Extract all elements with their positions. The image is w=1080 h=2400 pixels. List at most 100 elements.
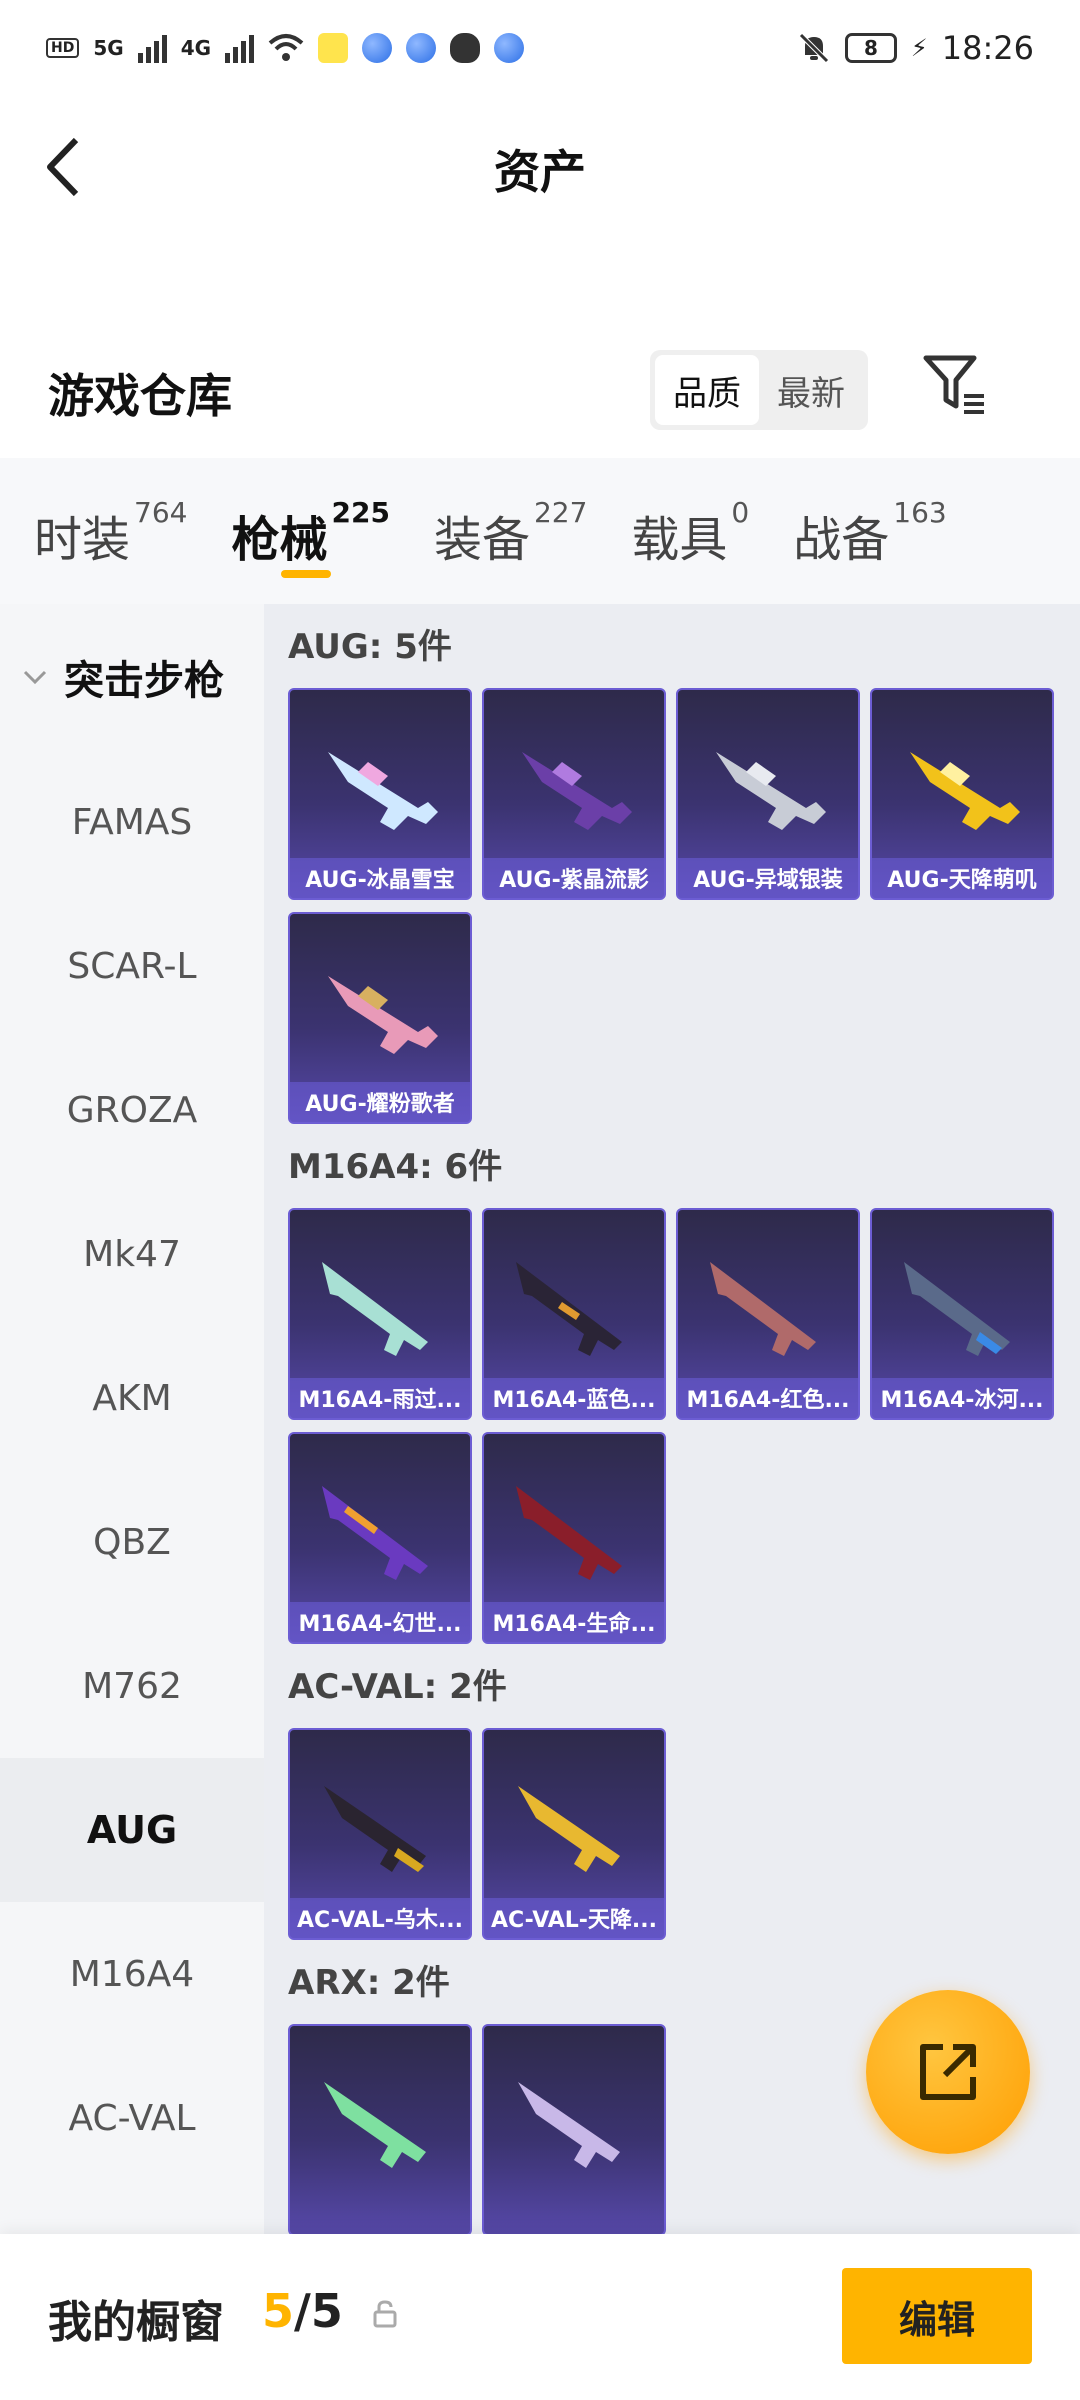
skin-card[interactable]: M16A4-蓝色... (482, 1208, 666, 1420)
clock: 18:26 (941, 29, 1034, 67)
rifle-skin-icon (710, 1262, 816, 1356)
sidebar-item-famas[interactable]: FAMAS (0, 750, 264, 894)
skin-card[interactable]: AUG-紫晶流影 (482, 688, 666, 900)
skin-card[interactable]: M16A4-冰河... (870, 1208, 1054, 1420)
skin-name: AC-VAL-天降... (484, 1898, 664, 1938)
skin-card[interactable]: AUG-异域银装 (676, 688, 860, 900)
tab-count: 227 (533, 496, 588, 529)
tab-fashion[interactable]: 时装 764 (34, 458, 187, 604)
skin-name: M16A4-雨过... (290, 1378, 470, 1418)
page-title: 资产 (494, 145, 586, 199)
skin-name: AC-VAL-乌木... (290, 1898, 470, 1938)
skin-grid: AC-VAL-乌木... AC-VAL-天降... (288, 1728, 1078, 1940)
signal-icon (137, 33, 167, 63)
group-title: M16A4: 6件 (288, 1147, 503, 1187)
tab-vehicles[interactable]: 载具 0 (631, 458, 749, 604)
skin-name: M16A4-冰河... (872, 1378, 1052, 1418)
rifle-skin-icon (522, 752, 632, 830)
weapon-skin-list: AUG: 5件 AUG-冰晶雪宝 AUG-紫晶流影 AUG-异域银装 AUG-天… (264, 604, 1080, 2234)
sort-toggle: 品质 最新 (650, 350, 868, 430)
status-right: 8 ⚡ 18:26 (797, 29, 1034, 67)
sidebar-item-qbz[interactable]: QBZ (0, 1470, 264, 1614)
tab-firearms[interactable]: 枪械 225 (231, 458, 390, 604)
skin-card[interactable]: AUG-天降萌叽 (870, 688, 1054, 900)
network-5g: 5G (93, 36, 124, 60)
sidebar-category-label: 突击步枪 (64, 658, 224, 704)
wifi-icon (268, 34, 304, 61)
skin-card[interactable]: M16A4-雨过... (288, 1208, 472, 1420)
showcase-label: 我的橱窗 (48, 2297, 224, 2348)
skin-name: AUG-异域银装 (678, 858, 858, 898)
sidebar-item-akm[interactable]: AKM (0, 1326, 264, 1470)
app-notification-icon (318, 33, 349, 63)
rifle-skin-icon (324, 2082, 426, 2168)
hd-badge-icon: HD (46, 38, 80, 58)
tab-count: 163 (893, 496, 947, 529)
skin-card[interactable]: M16A4-幻世... (288, 1432, 472, 1644)
skin-card[interactable] (288, 2024, 472, 2234)
skin-card[interactable]: M16A4-生命... (482, 1432, 666, 1644)
sidebar-item-mk47[interactable]: Mk47 (0, 1182, 264, 1326)
sidebar-item-groza[interactable]: GROZA (0, 1038, 264, 1182)
skin-card[interactable]: AC-VAL-乌木... (288, 1728, 472, 1940)
sidebar-item-ac-val[interactable]: AC-VAL (0, 2046, 264, 2190)
tab-supplies[interactable]: 战备 163 (793, 458, 946, 604)
sidebar-category-header[interactable]: 突击步枪 (0, 604, 264, 750)
weapon-group-aug: AUG: 5件 AUG-冰晶雪宝 AUG-紫晶流影 AUG-异域银装 AUG-天… (288, 622, 1080, 1124)
rifle-skin-icon (904, 1262, 1010, 1356)
sort-option-quality[interactable]: 品质 (655, 355, 759, 425)
sidebar-item-aug[interactable]: AUG (0, 1758, 264, 1902)
rifle-skin-icon (322, 1486, 428, 1580)
skin-card[interactable]: M16A4-红色... (676, 1208, 860, 1420)
group-title: AUG: 5件 (288, 627, 452, 667)
sort-option-latest[interactable]: 最新 (759, 355, 863, 425)
tab-label: 载具 (631, 512, 728, 568)
skin-card[interactable]: AUG-冰晶雪宝 (288, 688, 472, 900)
qq-icon (450, 33, 481, 63)
category-tabs: 时装 764 枪械 225 装备 227 载具 0 战备 163 (0, 458, 1080, 604)
active-tab-indicator (281, 570, 332, 578)
skin-grid: AUG-冰晶雪宝 AUG-紫晶流影 AUG-异域银装 AUG-天降萌叽 AUG-… (288, 688, 1078, 1124)
skin-name: M16A4-蓝色... (484, 1378, 664, 1418)
tab-equipment[interactable]: 装备 227 (434, 458, 587, 604)
showcase-total: 5 (310, 2284, 343, 2338)
header: 资产 (0, 96, 1080, 236)
rifle-skin-icon (516, 1262, 622, 1356)
app-notification-icon-2 (362, 33, 393, 63)
skin-card[interactable]: AUG-耀粉歌者 (288, 912, 472, 1124)
warehouse-title: 游戏仓库 (48, 369, 232, 423)
skin-name: AUG-紫晶流影 (484, 858, 664, 898)
rifle-skin-icon (516, 1486, 622, 1580)
rifle-skin-icon (716, 752, 826, 830)
network-4g: 4G (180, 36, 212, 60)
showcase-count: 5/5 (262, 2284, 343, 2338)
skin-grid: M16A4-雨过... M16A4-蓝色... M16A4-红色... M16A… (288, 1208, 1078, 1644)
share-external-icon (920, 2044, 976, 2100)
filter-icon (923, 355, 984, 414)
sidebar-item-scar-l[interactable]: SCAR-L (0, 894, 264, 1038)
share-fab[interactable] (866, 1990, 1030, 2154)
filter-button[interactable] (920, 350, 990, 420)
weapon-group-m16a4: M16A4: 6件 M16A4-雨过... M16A4-蓝色... M16A4-… (288, 1142, 1080, 1644)
showcase-bar: 我的橱窗 5/5 编辑 (0, 2234, 1080, 2400)
group-title: AC-VAL: 2件 (288, 1667, 507, 1707)
signal-icon-2 (225, 33, 255, 63)
rifle-skin-icon (518, 1786, 620, 1872)
tab-label: 枪械 (231, 512, 328, 568)
rifle-skin-icon (328, 976, 438, 1054)
rifle-skin-icon (322, 1262, 428, 1356)
skin-name: M16A4-生命... (484, 1602, 664, 1642)
sidebar-item-m762[interactable]: M762 (0, 1614, 264, 1758)
lock-icon (373, 2300, 397, 2328)
weapon-sidebar: 突击步枪 FAMAS SCAR-L GROZA Mk47 AKM QBZ M76… (0, 604, 264, 2234)
tab-count: 764 (134, 496, 188, 529)
skin-card[interactable] (482, 2024, 666, 2234)
app-notification-icon-3 (406, 33, 437, 63)
skin-card[interactable]: AC-VAL-天降... (482, 1728, 666, 1940)
status-bar: HD 5G 4G 8 ⚡ 18:26 (0, 0, 1080, 96)
skin-name: M16A4-红色... (678, 1378, 858, 1418)
weapon-group-ac-val: AC-VAL: 2件 AC-VAL-乌木... AC-VAL-天降... (288, 1662, 1080, 1940)
sidebar-item-m16a4[interactable]: M16A4 (0, 1902, 264, 2046)
edit-button[interactable]: 编辑 (842, 2268, 1032, 2364)
tab-label: 装备 (433, 512, 530, 568)
